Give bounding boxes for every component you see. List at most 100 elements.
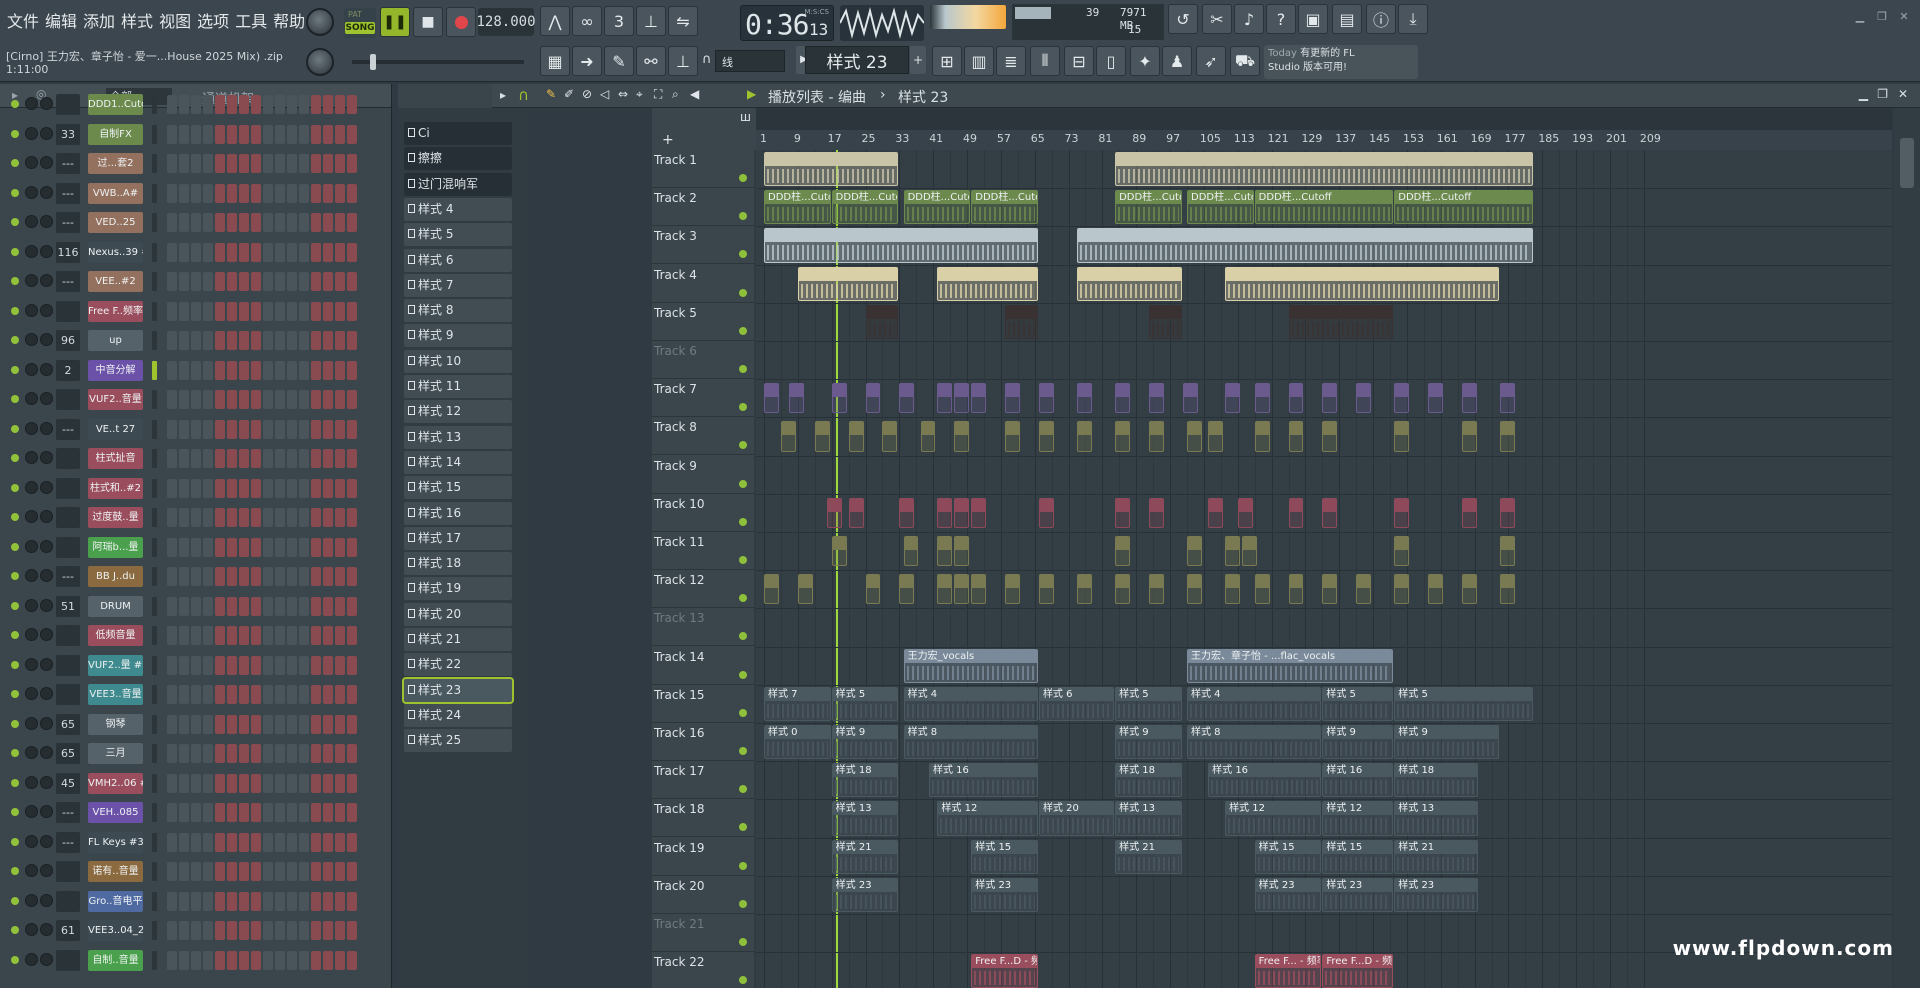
step-button[interactable] [287,301,297,321]
track-enable-led[interactable] [739,747,747,755]
channel-mute-led[interactable] [11,837,19,846]
step-button[interactable] [263,478,273,498]
step-button[interactable] [239,154,249,173]
step-button[interactable] [215,596,225,616]
step-button[interactable] [287,331,297,350]
playlist-clip[interactable] [1356,383,1372,414]
step-button[interactable] [203,154,213,173]
channel-name-button[interactable]: VUF2..音量 [88,389,143,410]
step-button[interactable] [335,921,345,940]
playlist-clip[interactable] [937,574,953,605]
step-button[interactable] [239,213,249,232]
pattern-picker-item[interactable]: 样式 4 [404,197,512,221]
step-button[interactable] [215,272,225,291]
channel-mixer-track[interactable] [56,389,80,410]
step-button[interactable] [215,478,225,498]
step-button[interactable] [287,832,297,852]
channel-pan-knob[interactable] [25,126,38,140]
step-button[interactable] [287,95,297,114]
step-button[interactable] [311,891,321,911]
step-button[interactable] [323,567,333,586]
step-button[interactable] [251,478,261,498]
channel-mute-led[interactable] [11,395,19,403]
step-button[interactable] [287,862,297,881]
pattern-picker-item[interactable]: 过门混响军 [404,172,512,196]
channel-volume-knob[interactable] [40,362,53,376]
step-button[interactable] [227,714,237,734]
step-button[interactable] [227,921,237,940]
step-button[interactable] [275,301,285,321]
step-button[interactable] [239,183,249,203]
step-button[interactable] [311,803,321,822]
step-button[interactable] [323,921,333,940]
step-button[interactable] [347,596,357,616]
menu-view[interactable]: 视图 [156,6,194,34]
channel-pan-knob[interactable] [25,952,38,966]
track-enable-led[interactable] [739,517,747,526]
channel-select[interactable] [152,301,157,321]
channel-mute-led[interactable] [11,129,19,138]
channel-mixer-track[interactable]: --- [56,418,80,440]
step-button[interactable] [167,242,177,262]
playlist-clip[interactable] [1322,574,1338,605]
step-button[interactable] [347,921,357,940]
menu-options[interactable]: 选项 [194,6,232,34]
step-button[interactable] [323,183,333,203]
menu-help[interactable]: 帮助 [270,6,308,34]
step-button[interactable] [227,537,237,557]
track-header[interactable]: Track 8 [652,417,754,456]
channel-volume-knob[interactable] [40,244,53,258]
step-button[interactable] [203,685,213,704]
channel-select[interactable] [152,154,157,173]
playlist-clip[interactable]: 王力宏、章子怡 - ...flac_vocals [1187,648,1394,683]
channel-mute-led[interactable] [11,601,19,610]
step-button[interactable] [203,862,213,881]
step-button[interactable] [323,832,333,852]
step-button[interactable] [311,95,321,114]
playlist-clip[interactable] [954,421,970,452]
playlist-clip[interactable] [789,383,805,414]
channel-select[interactable] [152,950,157,970]
info-button[interactable]: ⓘ [1366,4,1396,34]
track-header[interactable]: Track 22 [652,952,754,988]
step-button[interactable] [179,950,189,970]
step-button[interactable] [251,685,261,704]
step-button[interactable] [251,213,261,232]
channel-name-button[interactable]: BB J..du [88,566,143,587]
pattern-add-button[interactable]: + [910,46,926,74]
step-button[interactable] [347,183,357,203]
playlist-clip[interactable] [937,497,953,528]
playlist-clip[interactable] [1288,421,1304,452]
step-button[interactable] [203,744,213,763]
step-button[interactable] [215,655,225,675]
channel-name-button[interactable]: 过度鼓..量 [88,507,143,528]
step-button[interactable] [287,508,297,527]
channel-name-button[interactable]: Gro..音电平 [88,890,143,912]
playlist-clip[interactable] [1394,421,1410,452]
step-button[interactable] [227,419,237,439]
channel-pan-knob[interactable] [25,628,38,641]
step-button[interactable] [179,685,189,704]
track-header[interactable]: Track 3 [652,226,754,265]
record-button[interactable] [446,7,476,37]
playlist-clip[interactable] [954,497,970,528]
step-button[interactable] [203,626,213,645]
step-button[interactable] [287,154,297,173]
step-button[interactable] [203,390,213,409]
playlist-clip[interactable]: 样式 21 [831,839,899,874]
step-button[interactable] [227,950,237,970]
step-button[interactable] [203,242,213,262]
step-button[interactable] [179,921,189,940]
playlist-clip[interactable] [1115,421,1130,452]
playlist-clip[interactable] [1288,304,1394,339]
channel-select[interactable] [152,419,157,439]
step-button[interactable] [311,124,321,144]
playlist-clip[interactable] [954,383,970,414]
channel-pan-knob[interactable] [25,303,38,317]
track-enable-led[interactable] [739,326,747,335]
step-button[interactable] [287,124,297,144]
step-button[interactable] [335,655,345,675]
track-header[interactable]: Track 20 [652,876,754,914]
step-button[interactable] [263,626,273,645]
channel-volume-knob[interactable] [40,156,53,169]
